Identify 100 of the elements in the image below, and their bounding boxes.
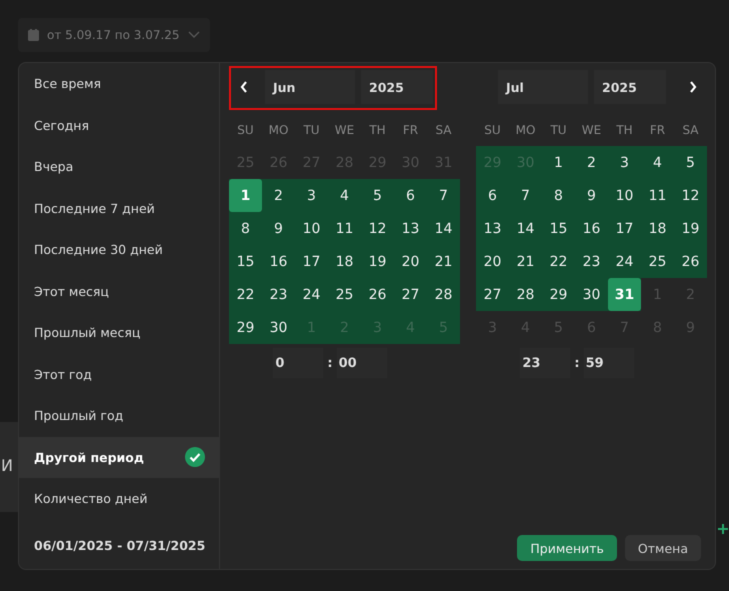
day-cell[interactable]: 27: [476, 278, 509, 311]
day-cell[interactable]: 7: [427, 179, 460, 212]
day-cell[interactable]: 21: [427, 245, 460, 278]
heading-fragment: И: [1, 456, 13, 475]
preset-item[interactable]: Прошлый год: [19, 395, 219, 436]
preset-item[interactable]: Количество дней: [19, 478, 219, 520]
day-cell[interactable]: 1: [229, 179, 262, 212]
day-cell[interactable]: 6: [394, 179, 427, 212]
date-range-button[interactable]: от 5.09.17 по 3.07.25: [18, 18, 210, 52]
minutes-field[interactable]: 00: [336, 348, 387, 378]
day-cell[interactable]: 12: [361, 212, 394, 245]
day-cell[interactable]: 10: [295, 212, 328, 245]
previous-month-icon[interactable]: [239, 80, 249, 94]
weekday-label: TH: [615, 122, 634, 138]
day-cell[interactable]: 29: [229, 311, 262, 344]
apply-button[interactable]: Применить: [517, 535, 617, 561]
day-cell[interactable]: 23: [262, 278, 295, 311]
day-cell[interactable]: 26: [361, 278, 394, 311]
preset-item[interactable]: Последние 7 дней: [19, 188, 219, 229]
day-cell[interactable]: 22: [542, 245, 575, 278]
year-select[interactable]: 2025: [594, 70, 666, 104]
weekday-label: SU: [483, 122, 502, 138]
day-cell[interactable]: 1: [542, 146, 575, 179]
day-cell[interactable]: 23: [575, 245, 608, 278]
day-cell[interactable]: 27: [394, 278, 427, 311]
day-cell[interactable]: 17: [295, 245, 328, 278]
preset-item[interactable]: Все время: [19, 63, 219, 104]
day-cell[interactable]: 13: [476, 212, 509, 245]
preset-item[interactable]: Последние 30 дней: [19, 229, 219, 270]
minutes-field[interactable]: 59: [584, 348, 634, 378]
day-cell[interactable]: 24: [608, 245, 641, 278]
month-select[interactable]: Jul: [498, 70, 588, 104]
calendar-icon: [28, 29, 39, 41]
weekday-label: TH: [368, 122, 387, 138]
day-cell[interactable]: 10: [608, 179, 641, 212]
day-cell[interactable]: 18: [328, 245, 361, 278]
day-cell[interactable]: 14: [509, 212, 542, 245]
day-cell[interactable]: 8: [542, 179, 575, 212]
day-cell[interactable]: 3: [295, 179, 328, 212]
day-cell[interactable]: 20: [476, 245, 509, 278]
day-cell[interactable]: 18: [641, 212, 674, 245]
day-cell[interactable]: 6: [476, 179, 509, 212]
hours-field[interactable]: 23: [520, 348, 570, 378]
day-cell[interactable]: 5: [674, 146, 707, 179]
preset-item[interactable]: Прошлый месяц: [19, 312, 219, 354]
day-cell[interactable]: 17: [608, 212, 641, 245]
day-cell[interactable]: 30: [262, 311, 295, 344]
day-cell[interactable]: 5: [361, 179, 394, 212]
day-cell[interactable]: 12: [674, 179, 707, 212]
preset-item[interactable]: Этот год: [19, 354, 219, 395]
day-cell[interactable]: 28: [509, 278, 542, 311]
day-cell[interactable]: 7: [509, 179, 542, 212]
day-cell[interactable]: 25: [328, 278, 361, 311]
day-cell[interactable]: 16: [262, 245, 295, 278]
cancel-button[interactable]: Отмена: [624, 535, 701, 561]
day-cell[interactable]: 9: [575, 179, 608, 212]
day-cell[interactable]: 24: [295, 278, 328, 311]
weekday-label: SA: [681, 122, 700, 138]
day-cell[interactable]: 16: [575, 212, 608, 245]
day-cell[interactable]: 28: [427, 278, 460, 311]
next-month-icon[interactable]: [688, 80, 698, 94]
preset-item[interactable]: Сегодня: [19, 104, 219, 146]
day-cell[interactable]: 2: [262, 179, 295, 212]
day-cell[interactable]: 14: [427, 212, 460, 245]
weekday-label: FR: [648, 122, 666, 138]
day-cell[interactable]: 4: [641, 146, 674, 179]
day-cell[interactable]: 8: [229, 212, 262, 245]
day-cell[interactable]: 29: [542, 278, 575, 311]
day-cell[interactable]: 9: [262, 212, 295, 245]
day-cell[interactable]: 19: [674, 212, 707, 245]
weekday-label: WE: [334, 122, 356, 138]
weekday-label: SU: [236, 122, 255, 138]
plus-icon[interactable]: [718, 524, 728, 534]
day-cell[interactable]: 21: [509, 245, 542, 278]
hours-field[interactable]: 0: [273, 348, 324, 378]
time-separator: :: [574, 356, 580, 370]
month-select[interactable]: Jun: [265, 70, 355, 104]
day-cell[interactable]: 11: [641, 179, 674, 212]
day-cell[interactable]: 3: [608, 146, 641, 179]
time-separator: :: [327, 356, 333, 370]
day-cell[interactable]: 25: [641, 245, 674, 278]
day-cell[interactable]: 15: [229, 245, 262, 278]
preset-item[interactable]: Другой период: [19, 436, 219, 478]
day-cell[interactable]: 20: [394, 245, 427, 278]
day-cell[interactable]: 2: [575, 146, 608, 179]
day-cell[interactable]: 15: [542, 212, 575, 245]
day-cell[interactable]: 26: [674, 245, 707, 278]
day-cell[interactable]: 4: [328, 179, 361, 212]
weekday-label: TU: [302, 122, 321, 138]
preset-item[interactable]: Вчера: [19, 146, 219, 188]
weekday-label: FR: [402, 122, 420, 138]
weekday-label: WE: [580, 122, 602, 138]
day-cell[interactable]: 30: [575, 278, 608, 311]
year-select[interactable]: 2025: [361, 70, 433, 104]
day-cell[interactable]: 22: [229, 278, 262, 311]
day-cell[interactable]: 31: [608, 278, 641, 311]
day-cell[interactable]: 11: [328, 212, 361, 245]
preset-item[interactable]: Этот месяц: [19, 270, 219, 312]
day-cell[interactable]: 19: [361, 245, 394, 278]
day-cell[interactable]: 13: [394, 212, 427, 245]
